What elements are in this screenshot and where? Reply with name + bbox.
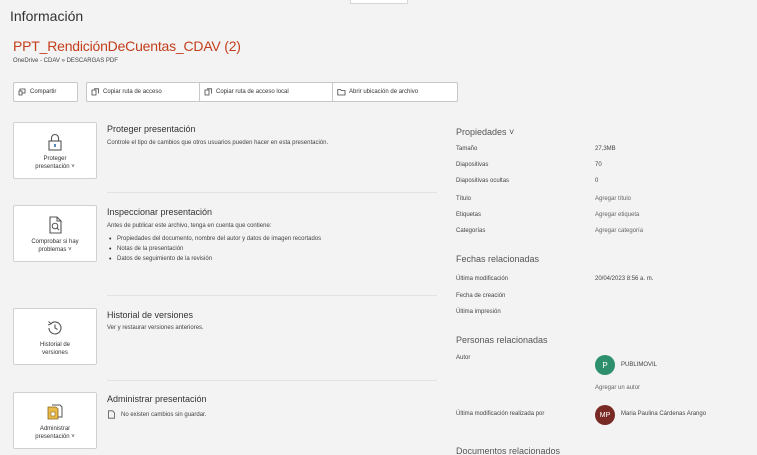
version-history-label-1: Historial de [39, 342, 70, 348]
share-button[interactable]: Compartir [13, 82, 78, 102]
share-icon [18, 88, 27, 96]
manage-section-status: No existen cambios sin guardar. [107, 410, 206, 419]
share-label: Compartir [30, 89, 57, 95]
check-issues-label-1: Comprobar si hay [31, 239, 79, 245]
copy-path-label: Copiar ruta de acceso [103, 89, 162, 95]
manage-document-icon [47, 404, 63, 420]
check-issues-button[interactable]: Comprobar si hay problemas ˅ [13, 205, 97, 262]
check-issues-label-2: problemas ˅ [38, 247, 72, 253]
author-name[interactable]: PUBLIMOVIL [621, 362, 657, 368]
inspect-bullet-list: Propiedades del documento, nombre del au… [107, 236, 397, 263]
file-path-breadcrumb[interactable]: OneDrive - CDAV » DESCARGAS PDF [13, 58, 118, 64]
add-author-link[interactable]: Agregar un autor [595, 385, 640, 391]
section-divider [107, 192, 437, 193]
document-check-icon [49, 216, 62, 234]
modifier-avatar[interactable]: MP [595, 405, 615, 425]
prop-label-slides: Diapositivas [456, 162, 489, 168]
inspect-bullet-item: Notas de la presentación [107, 246, 397, 253]
prop-value-tags[interactable]: Agregar etiqueta [595, 212, 639, 218]
prop-label-categories: Categorías [456, 228, 486, 234]
prop-label-hidden-slides: Diapositivas ocultas [456, 178, 510, 184]
copy-local-path-icon [204, 88, 213, 96]
inspect-section-title: Inspeccionar presentación [107, 207, 213, 217]
copy-local-path-label: Copiar ruta de acceso local [216, 89, 289, 95]
prop-value-title[interactable]: Agregar título [595, 196, 631, 202]
manage-section-text: No existen cambios sin guardar. [121, 411, 207, 418]
section-divider [107, 295, 437, 296]
manage-label-1: Administrar [39, 426, 71, 432]
protect-button-label-1: Proteger [43, 156, 67, 162]
date-value-modified: 20/04/2023 8:56 a. m. [595, 276, 654, 282]
file-name: PPT_RendiciónDeCuentas_CDAV (2) [13, 38, 241, 54]
related-people-heading: Personas relacionadas [456, 335, 548, 345]
date-label-modified: Última modificación [456, 276, 509, 282]
prop-value-slides: 70 [595, 162, 602, 168]
properties-heading[interactable]: Propiedades ˅ [456, 127, 514, 137]
prop-value-categories[interactable]: Agregar categoría [595, 228, 643, 234]
date-label-printed: Última impresión [456, 309, 501, 315]
date-label-created: Fecha de creación [456, 293, 506, 299]
document-icon [108, 410, 115, 419]
section-divider [107, 380, 437, 381]
protect-section-title: Proteger presentación [107, 124, 196, 134]
lock-icon [48, 133, 62, 151]
inspect-bullet-item: Datos de seguimiento de la revisión [107, 256, 397, 263]
open-file-location-button[interactable]: Abrir ubicación de archivo [332, 82, 458, 102]
author-label: Autor [456, 355, 471, 361]
modifier-name[interactable]: Maria Paulina Cárdenas Arango [621, 411, 706, 417]
inspect-bullet-item: Propiedades del documento, nombre del au… [107, 236, 387, 243]
related-dates-heading: Fechas relacionadas [456, 254, 540, 264]
prop-value-hidden-slides: 0 [595, 178, 599, 184]
copy-local-path-button[interactable]: Copiar ruta de acceso local [199, 82, 335, 102]
open-file-location-label: Abrir ubicación de archivo [349, 89, 419, 95]
protect-section-text: Controle el tipo de cambios que otros us… [107, 140, 329, 146]
versions-section-title: Historial de versiones [107, 310, 194, 320]
title-bar-tab [350, 0, 408, 4]
versions-section-text: Ver y restaurar versiones anteriores. [107, 325, 204, 331]
version-history-label-2: versiones [42, 350, 68, 356]
prop-label-tags: Etiquetas [456, 212, 482, 218]
copy-path-icon [91, 88, 100, 96]
page-title: Información [10, 8, 84, 24]
author-avatar[interactable]: P [595, 355, 615, 375]
history-icon [48, 321, 62, 335]
modified-by-label: Última modificación realizada por [456, 411, 545, 417]
manage-presentation-button[interactable]: Administrar presentación ˅ [13, 392, 97, 449]
manage-label-2: presentación ˅ [35, 434, 75, 440]
protect-button-label-2: presentación ˅ [35, 164, 75, 170]
folder-icon [337, 88, 346, 96]
manage-section-title: Administrar presentación [107, 394, 207, 404]
copy-path-button[interactable]: Copiar ruta de acceso [86, 82, 206, 102]
related-documents-heading: Documentos relacionados [456, 446, 561, 455]
protect-presentation-button[interactable]: Proteger presentación ˅ [13, 122, 97, 179]
prop-value-size: 27,3MB [595, 146, 616, 152]
prop-label-size: Tamaño [456, 146, 478, 152]
prop-label-title: Título [456, 196, 472, 202]
inspect-section-text: Antes de publicar este archivo, tenga en… [107, 223, 272, 229]
version-history-button[interactable]: Historial de versiones [13, 308, 97, 365]
